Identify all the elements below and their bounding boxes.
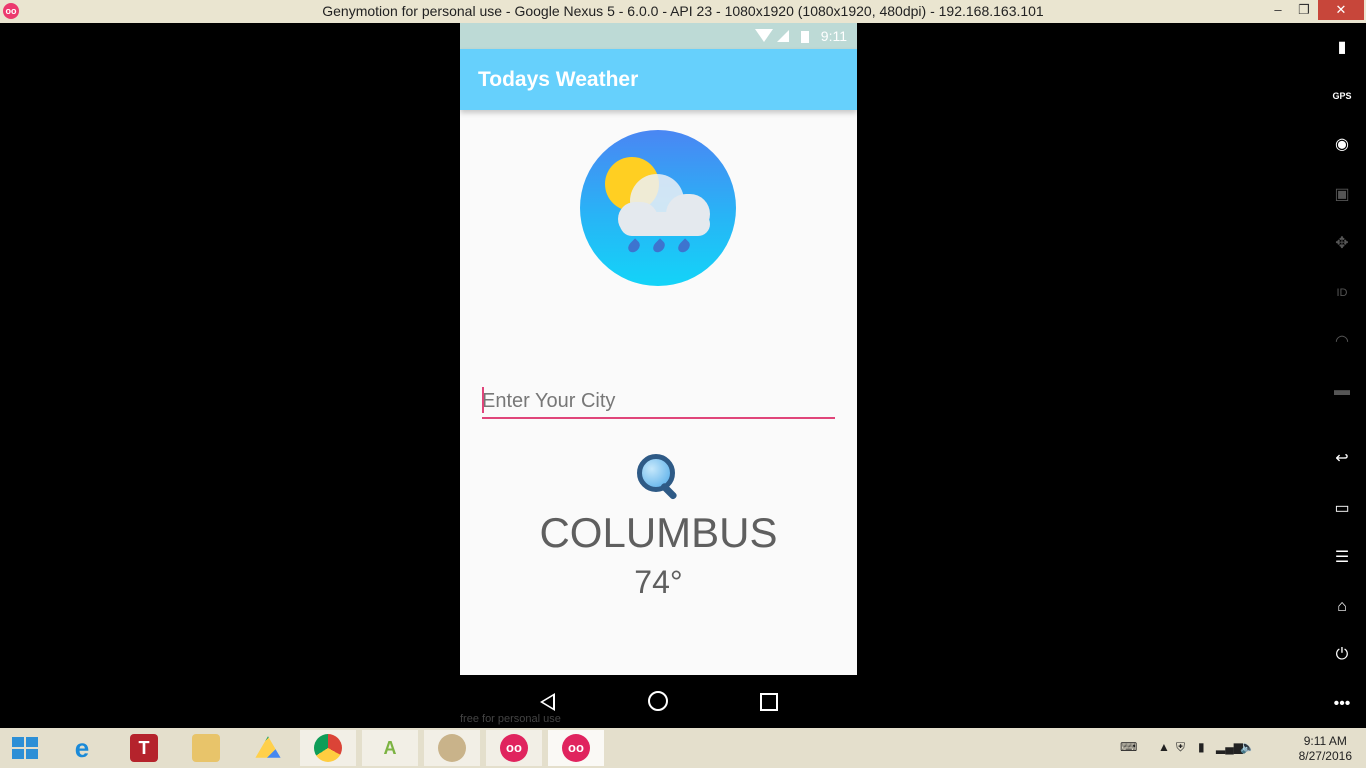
cloud-part xyxy=(620,212,710,236)
wifi-icon xyxy=(755,29,773,42)
taskbar-chrome[interactable] xyxy=(300,730,356,766)
close-button[interactable]: ✕ xyxy=(1318,0,1364,20)
network-tool-icon[interactable]: ◠ xyxy=(1328,328,1356,356)
taskbar-texter[interactable]: T xyxy=(116,730,172,766)
keyboard-icon[interactable]: ⌨ xyxy=(1120,740,1137,754)
home-tool-icon[interactable]: ⌂ xyxy=(1328,593,1356,621)
search-button[interactable] xyxy=(634,450,684,501)
volume-icon[interactable]: 🔈 xyxy=(1240,740,1255,754)
signal-icon xyxy=(777,30,789,42)
battery-icon xyxy=(801,31,809,43)
more-tool-icon[interactable]: ••• xyxy=(1328,690,1356,718)
gps-tool-icon[interactable]: GPS xyxy=(1328,82,1356,110)
minimize-button[interactable]: – xyxy=(1264,0,1292,20)
id-tool-icon[interactable]: ID xyxy=(1328,279,1356,307)
taskbar-internet-explorer[interactable]: e xyxy=(54,730,110,766)
window-title: Genymotion for personal use - Google Nex… xyxy=(322,3,1044,19)
weather-cloud-rain-sun-icon xyxy=(580,130,736,286)
status-bar: 9:11 xyxy=(460,23,857,49)
paint-icon xyxy=(438,734,466,762)
start-icon[interactable] xyxy=(12,737,38,759)
sms-tool-icon[interactable]: ▬ xyxy=(1328,377,1356,405)
raindrop-icon xyxy=(650,238,668,255)
recent-apps-icon[interactable] xyxy=(760,693,778,711)
home-icon[interactable] xyxy=(648,691,668,711)
google-drive-icon xyxy=(255,736,281,758)
phone-screen: 9:11 Todays Weather COLUMBUS 74° xyxy=(460,23,857,675)
restore-button[interactable]: ❐ xyxy=(1290,0,1318,20)
taskbar-genymotion[interactable]: oo xyxy=(486,730,542,766)
menu-tool-icon[interactable]: ☰ xyxy=(1328,544,1356,572)
taskbar-android-studio[interactable]: A xyxy=(362,730,418,766)
window-title-bar: oo Genymotion for personal use - Google … xyxy=(0,0,1366,23)
recent-tool-icon[interactable]: ▭ xyxy=(1328,495,1356,523)
remote-control-icon[interactable]: ✥ xyxy=(1328,230,1356,258)
webcam-tool-icon[interactable]: ◉ xyxy=(1328,131,1356,159)
app-title: Todays Weather xyxy=(478,68,639,91)
taskbar-genymotion-device[interactable]: oo xyxy=(548,730,604,766)
capture-tool-icon[interactable]: ▣ xyxy=(1328,181,1356,209)
taskbar-file-explorer[interactable] xyxy=(178,730,234,766)
raindrop-icon xyxy=(625,238,643,255)
taskbar-paint[interactable] xyxy=(424,730,480,766)
raindrop-icon xyxy=(675,238,693,255)
clock-date: 8/27/2016 xyxy=(1298,749,1352,763)
genymotion-toolbar: ▮ GPS ◉ ▣ ✥ ID ◠ ▬ ↩ ▭ ☰ ⌂ ⏻ ••• xyxy=(1320,30,1366,720)
back-icon[interactable] xyxy=(540,693,555,711)
battery-tool-icon[interactable]: ▮ xyxy=(1328,34,1356,62)
city-input[interactable] xyxy=(482,385,835,419)
folder-icon xyxy=(192,734,220,762)
clock-time: 9:11 AM xyxy=(1303,734,1347,748)
genymotion-icon: oo xyxy=(562,734,590,762)
texter-icon: T xyxy=(130,734,158,762)
status-time: 9:11 xyxy=(820,28,847,44)
system-tray: ⌨ ▲ ⛨ ▮ ▂▄▆ 🔈 9:11 AM 8/27/2016 xyxy=(1108,732,1358,766)
power-tool-icon[interactable]: ⏻ xyxy=(1328,641,1356,669)
app-bar: Todays Weather xyxy=(460,49,857,110)
battery-icon[interactable]: ▮ xyxy=(1198,740,1205,754)
genymotion-icon: oo xyxy=(500,734,528,762)
text-cursor xyxy=(482,387,484,413)
security-icon[interactable]: ⛨ xyxy=(1176,740,1185,755)
back-tool-icon[interactable]: ↩ xyxy=(1328,445,1356,473)
taskbar: e T A oo oo ⌨ ▲ ⛨ ▮ ▂▄▆ 🔈 9:11 AM 8/27/2… xyxy=(0,728,1366,768)
taskbar-clock[interactable]: 9:11 AM 8/27/2016 xyxy=(1299,734,1352,764)
android-studio-icon: A xyxy=(383,738,397,758)
temperature: 74° xyxy=(634,564,683,600)
chrome-icon xyxy=(314,734,342,762)
internet-explorer-icon: e xyxy=(74,733,90,763)
city-name: COLUMBUS xyxy=(539,509,778,556)
network-icon[interactable]: ▂▄▆ xyxy=(1216,740,1243,754)
taskbar-google-drive[interactable] xyxy=(240,730,296,766)
show-hidden-icons-icon[interactable]: ▲ xyxy=(1158,740,1170,754)
watermark: free for personal use xyxy=(460,713,561,725)
